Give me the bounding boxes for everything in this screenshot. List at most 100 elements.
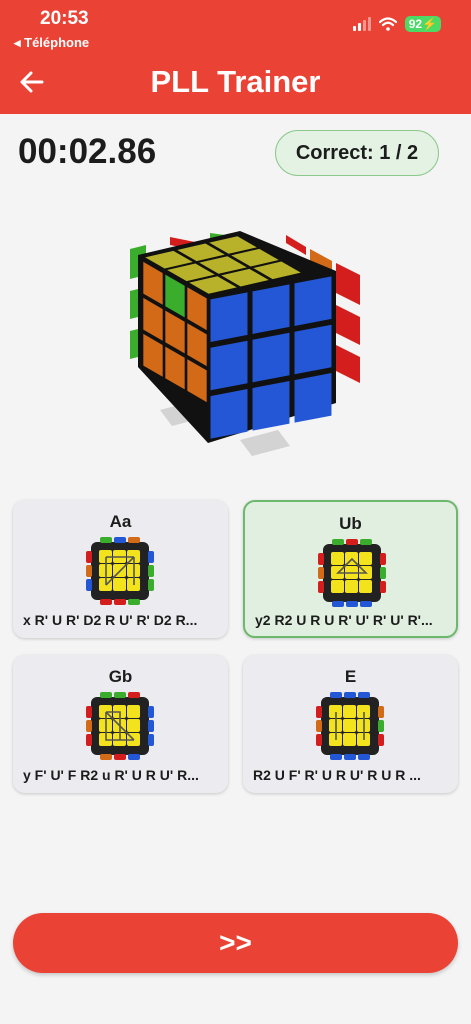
cube-3d-view — [130, 231, 360, 456]
case-edge-sticker — [378, 734, 384, 746]
score-badge: Correct: 1 / 2 — [275, 130, 439, 176]
case-top-sticker — [127, 719, 140, 732]
case-edge-sticker — [346, 539, 358, 545]
cube-front-sticker — [252, 381, 290, 431]
case-edge-sticker — [100, 599, 112, 605]
cube-front-sticker — [210, 292, 248, 342]
reflection-sticker — [336, 305, 360, 345]
case-edge-sticker — [380, 553, 386, 565]
case-edge-sticker — [86, 579, 92, 591]
case-edge-sticker — [332, 601, 344, 607]
pll-case-icon — [86, 692, 154, 760]
case-edge-sticker — [148, 551, 154, 563]
case-edge-sticker — [358, 754, 370, 760]
case-edge-sticker — [148, 734, 154, 746]
pll-option-name: Aa — [109, 512, 132, 531]
reflection-sticker — [336, 345, 360, 383]
case-edge-sticker — [148, 720, 154, 732]
pll-option-algorithm: y F' U' F R2 u R' U R U' R... — [23, 767, 199, 783]
case-edge-sticker — [346, 601, 358, 607]
case-edge-sticker — [318, 567, 324, 579]
pll-option-algorithm: R2 U F' R' U R U' R U R ... — [253, 767, 421, 783]
cube-front-sticker — [294, 373, 332, 423]
case-top-sticker — [113, 578, 126, 591]
case-edge-sticker — [114, 692, 126, 698]
case-edge-sticker — [380, 581, 386, 593]
page-title: PLL Trainer — [150, 64, 321, 99]
case-edge-sticker — [100, 754, 112, 760]
case-edge-sticker — [86, 551, 92, 563]
case-edge-sticker — [148, 706, 154, 718]
cube-front-sticker — [252, 332, 290, 383]
pll-option-gb[interactable]: Gb y F' U' F R2 u R' U R U' R... — [13, 655, 228, 793]
wifi-icon — [378, 17, 397, 31]
pll-option-algorithm: y2 R2 U R U R' U' R' U' R'... — [255, 612, 433, 628]
case-edge-sticker — [86, 706, 92, 718]
cube-front-sticker — [210, 389, 248, 439]
case-edge-sticker — [318, 553, 324, 565]
case-edge-sticker — [318, 581, 324, 593]
case-top-sticker — [127, 705, 140, 718]
status-icons: 92⚡ — [352, 16, 441, 32]
pll-option-algorithm: x R' U R' D2 R U' R' D2 R... — [23, 612, 198, 628]
case-edge-sticker — [100, 692, 112, 698]
case-edge-sticker — [360, 539, 372, 545]
case-edge-sticker — [360, 601, 372, 607]
app-header: 20:53 ◂ Téléphone 92⚡ PLL Trainer — [0, 0, 471, 114]
pll-option-aa[interactable]: Aa x R' U R' D2 R U' R' D2 R... — [13, 500, 228, 638]
case-top-sticker — [359, 580, 372, 593]
case-edge-sticker — [128, 754, 140, 760]
case-edge-sticker — [378, 720, 384, 732]
case-edge-sticker — [378, 706, 384, 718]
case-edge-sticker — [316, 706, 322, 718]
pll-option-e[interactable]: E R2 U F' R' U R U' R U R ... — [243, 655, 458, 793]
battery-icon: 92⚡ — [404, 16, 441, 32]
case-edge-sticker — [114, 537, 126, 543]
case-edge-sticker — [344, 754, 356, 760]
reflection-sticker — [336, 263, 360, 305]
status-time: 20:53 — [40, 8, 89, 29]
case-edge-sticker — [114, 754, 126, 760]
case-edge-sticker — [114, 599, 126, 605]
pll-option-ub[interactable]: Ub y2 R2 U R U R' U' R' U' R'... — [243, 500, 458, 638]
battery-level: 92 — [408, 17, 423, 31]
case-edge-sticker — [148, 565, 154, 577]
timer-display: 00:02.86 — [18, 132, 157, 171]
case-edge-sticker — [330, 692, 342, 698]
case-top-sticker — [343, 719, 356, 732]
pll-case-icon — [316, 692, 384, 760]
case-top-sticker — [343, 733, 356, 746]
next-button[interactable]: >> — [13, 913, 458, 973]
pll-option-name: E — [344, 667, 357, 686]
case-edge-sticker — [128, 599, 140, 605]
case-top-sticker — [345, 580, 358, 593]
cube-front-sticker — [210, 340, 248, 391]
cube-front-sticker — [294, 324, 332, 375]
case-top-sticker — [331, 552, 344, 565]
case-edge-sticker — [86, 565, 92, 577]
pll-case-icon — [318, 539, 386, 607]
case-edge-sticker — [332, 539, 344, 545]
case-edge-sticker — [128, 537, 140, 543]
case-edge-sticker — [128, 692, 140, 698]
case-edge-sticker — [148, 579, 154, 591]
case-edge-sticker — [330, 754, 342, 760]
cube-shadow-tile — [240, 430, 290, 456]
case-top-sticker — [343, 705, 356, 718]
cube-front-sticker — [294, 276, 332, 326]
case-edge-sticker — [316, 720, 322, 732]
pll-case-icon — [86, 537, 154, 605]
case-edge-sticker — [358, 692, 370, 698]
pll-option-name: Ub — [339, 514, 362, 533]
case-edge-sticker — [100, 537, 112, 543]
cube-front-sticker — [252, 284, 290, 334]
case-edge-sticker — [86, 720, 92, 732]
case-top-sticker — [359, 552, 372, 565]
case-top-sticker — [331, 580, 344, 593]
case-edge-sticker — [316, 734, 322, 746]
case-edge-sticker — [380, 567, 386, 579]
pll-option-name: Gb — [108, 667, 133, 686]
case-edge-sticker — [86, 734, 92, 746]
status-back-link[interactable]: ◂ Téléphone — [14, 35, 89, 51]
signal-icon — [352, 17, 371, 31]
